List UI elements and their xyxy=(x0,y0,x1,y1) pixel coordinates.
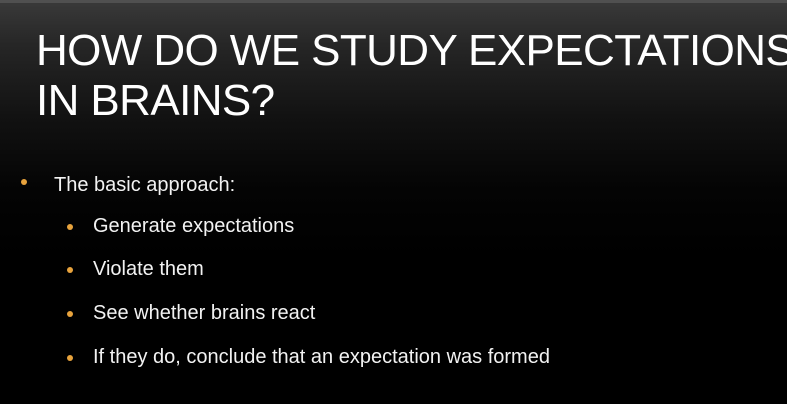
bullet-dot-icon xyxy=(21,179,27,185)
sub-bullet-text: Violate them xyxy=(93,258,204,280)
bullet-text: The basic approach: xyxy=(54,174,236,196)
sub-bullet-text: If they do, conclude that an expectation… xyxy=(93,346,550,368)
sub-bullet-text: Generate expectations xyxy=(93,215,295,237)
sub-bullet-dot-icon xyxy=(67,267,73,273)
slide: HOW DO WE STUDY EXPECTATIONS IN BRAINS? … xyxy=(0,0,787,404)
sub-bullet-dot-icon xyxy=(67,224,73,230)
sub-bullet-dot-icon xyxy=(67,355,73,361)
sub-bullet-dot-icon xyxy=(67,311,73,317)
bullet-list: The basic approach: Generate expectation… xyxy=(0,0,787,404)
sub-bullet-text: See whether brains react xyxy=(93,302,316,324)
